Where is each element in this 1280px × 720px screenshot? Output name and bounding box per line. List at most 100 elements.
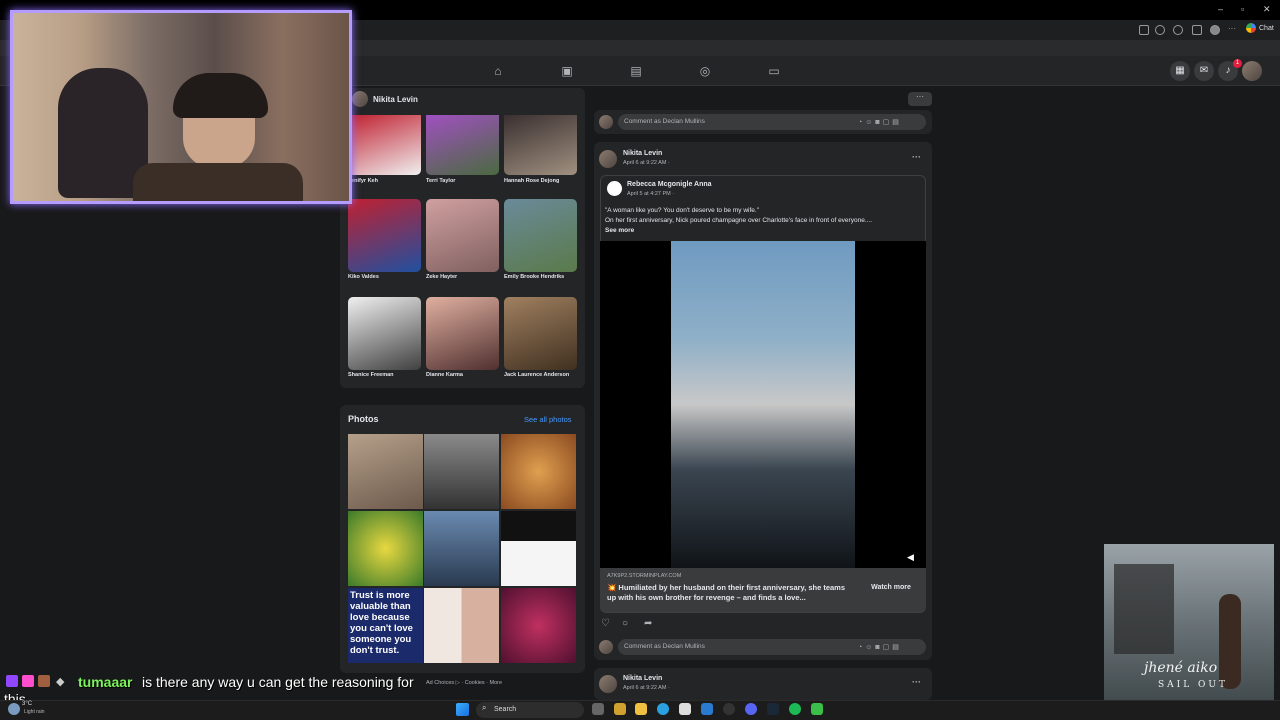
steam-icon[interactable] bbox=[767, 703, 779, 715]
friend-name[interactable]: Shanice Freeman bbox=[348, 372, 394, 378]
friend-photo[interactable] bbox=[426, 115, 499, 175]
post-author-avatar[interactable] bbox=[599, 150, 617, 168]
friend-name[interactable]: Jenifyr Keh bbox=[348, 178, 378, 184]
friend-name[interactable]: Kiko Valdes bbox=[348, 274, 379, 280]
friend-photo[interactable] bbox=[504, 199, 577, 272]
mail-icon[interactable] bbox=[701, 703, 713, 715]
post-timestamp[interactable]: April 6 at 9:22 AM · bbox=[623, 160, 670, 166]
photo-tile[interactable] bbox=[348, 434, 423, 509]
gaming-icon[interactable]: ▭ bbox=[767, 64, 781, 78]
shared-text-line2: On her first anniversary, Nick poured ch… bbox=[605, 217, 873, 224]
store-icon[interactable] bbox=[679, 703, 691, 715]
like-icon[interactable]: ♡ bbox=[601, 618, 610, 629]
weather-icon[interactable] bbox=[8, 703, 20, 715]
photo-tile[interactable] bbox=[501, 588, 576, 663]
post-author-name[interactable]: Nikita Levin bbox=[623, 150, 662, 157]
post-author-name[interactable]: Nikita Levin bbox=[623, 675, 662, 682]
spotify-icon[interactable] bbox=[789, 703, 801, 715]
friend-photo[interactable] bbox=[348, 297, 421, 370]
photo-tile[interactable] bbox=[424, 511, 499, 586]
friend-photo[interactable] bbox=[426, 199, 499, 272]
video-frame bbox=[671, 241, 855, 568]
heart-badge-icon bbox=[22, 675, 34, 687]
app-icon[interactable] bbox=[811, 703, 823, 715]
album-title: SAIL OUT bbox=[1158, 680, 1229, 690]
bookmark-star-icon[interactable] bbox=[1155, 25, 1165, 35]
post-more-icon[interactable]: ··· bbox=[912, 152, 921, 162]
webcam-overlay bbox=[10, 10, 352, 204]
edge-icon[interactable] bbox=[657, 703, 669, 715]
home-icon[interactable]: ⌂ bbox=[491, 64, 505, 78]
weather-temperature[interactable]: 3°C bbox=[22, 701, 32, 707]
share-icon[interactable]: ➦ bbox=[644, 618, 652, 629]
shared-author-avatar[interactable] bbox=[607, 181, 622, 196]
app-icon[interactable] bbox=[723, 703, 735, 715]
taskbar-search[interactable]: Search bbox=[476, 702, 584, 718]
link-domain: A7K9P2.STORMINPLAY.COM bbox=[607, 573, 682, 579]
friend-photo[interactable] bbox=[504, 297, 577, 370]
task-view-icon[interactable] bbox=[592, 703, 604, 715]
friend-name[interactable]: Hannah Rose Dejong bbox=[504, 178, 559, 184]
see-all-photos-link[interactable]: See all photos bbox=[524, 415, 572, 424]
quote-photo-tile[interactable]: Trust is more valuable than love because… bbox=[348, 588, 423, 663]
friend-name[interactable]: Jack Laurence Anderson bbox=[504, 372, 569, 378]
profile-avatar[interactable] bbox=[352, 91, 368, 107]
friend-name[interactable]: Dianne Karma bbox=[426, 372, 463, 378]
shared-author-name[interactable]: Rebecca Mcgonigle Anna bbox=[627, 181, 712, 188]
photos-title: Photos bbox=[348, 414, 379, 424]
marketplace-icon[interactable]: ▤ bbox=[629, 64, 643, 78]
footer-links[interactable]: Ad Choices ▷ · Cookies · More bbox=[426, 680, 502, 686]
copilot-icon[interactable] bbox=[614, 703, 626, 715]
video-icon[interactable]: ▣ bbox=[560, 64, 574, 78]
post-author-avatar[interactable] bbox=[599, 675, 617, 693]
see-more-link[interactable]: See more bbox=[605, 226, 634, 236]
favorites-icon[interactable] bbox=[1192, 25, 1202, 35]
browser-menu-icon[interactable]: ··· bbox=[1228, 25, 1238, 35]
link-title[interactable]: 💥 Humiliated by her husband on their fir… bbox=[607, 583, 855, 603]
photo-tile[interactable] bbox=[501, 511, 576, 586]
post-more-icon[interactable]: ··· bbox=[912, 677, 921, 687]
search-icon: ⌕ bbox=[482, 703, 487, 712]
groups-icon[interactable]: ◎ bbox=[698, 64, 712, 78]
mute-icon[interactable]: ◀ bbox=[907, 552, 914, 563]
comment-tools-icons[interactable]: ◔☺◙▢▤ bbox=[858, 118, 902, 126]
comment-tools-icons[interactable]: ◔☺◙▢▤ bbox=[858, 643, 902, 651]
diamond-badge-icon: ◆ bbox=[56, 676, 65, 688]
shared-text-line1: "A woman like you? You don't deserve to … bbox=[605, 207, 760, 214]
weather-description[interactable]: Light rain bbox=[24, 709, 45, 715]
post-timestamp[interactable]: April 6 at 9:22 AM · bbox=[623, 685, 670, 691]
profile-name[interactable]: Nikita Levin bbox=[373, 95, 418, 104]
file-explorer-icon[interactable] bbox=[635, 703, 647, 715]
friend-name[interactable]: Terri Taylor bbox=[426, 178, 455, 184]
watch-more-button[interactable]: Watch more bbox=[862, 580, 920, 596]
chat-button[interactable]: Chat bbox=[1246, 23, 1274, 33]
close-window-button[interactable]: ✕ bbox=[1263, 4, 1271, 15]
ship-silhouette bbox=[1114, 564, 1174, 654]
friend-photo[interactable] bbox=[504, 115, 577, 175]
start-button-icon[interactable] bbox=[456, 703, 469, 716]
friend-photo[interactable] bbox=[426, 297, 499, 370]
comment-icon[interactable]: ○ bbox=[622, 618, 628, 629]
account-avatar[interactable] bbox=[1242, 61, 1262, 81]
maximize-button[interactable]: ▫ bbox=[1241, 4, 1244, 14]
friend-photo[interactable] bbox=[348, 199, 421, 272]
friend-name[interactable]: Emily Brooke Hendriks bbox=[504, 274, 564, 280]
photo-tile[interactable] bbox=[348, 511, 423, 586]
messenger-icon[interactable]: ✉ bbox=[1194, 61, 1214, 81]
shared-timestamp[interactable]: April 5 at 4:27 PM · bbox=[627, 191, 674, 197]
commenter-avatar bbox=[599, 640, 613, 654]
chat-logo-icon bbox=[1246, 23, 1256, 33]
friend-photo[interactable] bbox=[348, 115, 421, 175]
refresh-icon[interactable] bbox=[1173, 25, 1183, 35]
extensions-icon[interactable] bbox=[1139, 25, 1149, 35]
photo-tile[interactable] bbox=[501, 434, 576, 509]
browser-profile-icon[interactable] bbox=[1210, 25, 1220, 35]
photo-tile[interactable] bbox=[424, 588, 499, 663]
profile-more-button[interactable]: ··· bbox=[908, 92, 932, 106]
minimize-button[interactable]: – bbox=[1218, 4, 1223, 14]
notification-badge: 1 bbox=[1233, 59, 1242, 68]
discord-icon[interactable] bbox=[745, 703, 757, 715]
friend-name[interactable]: Zeke Hayter bbox=[426, 274, 457, 280]
menu-grid-icon[interactable]: ▦ bbox=[1170, 61, 1190, 81]
photo-tile[interactable] bbox=[424, 434, 499, 509]
